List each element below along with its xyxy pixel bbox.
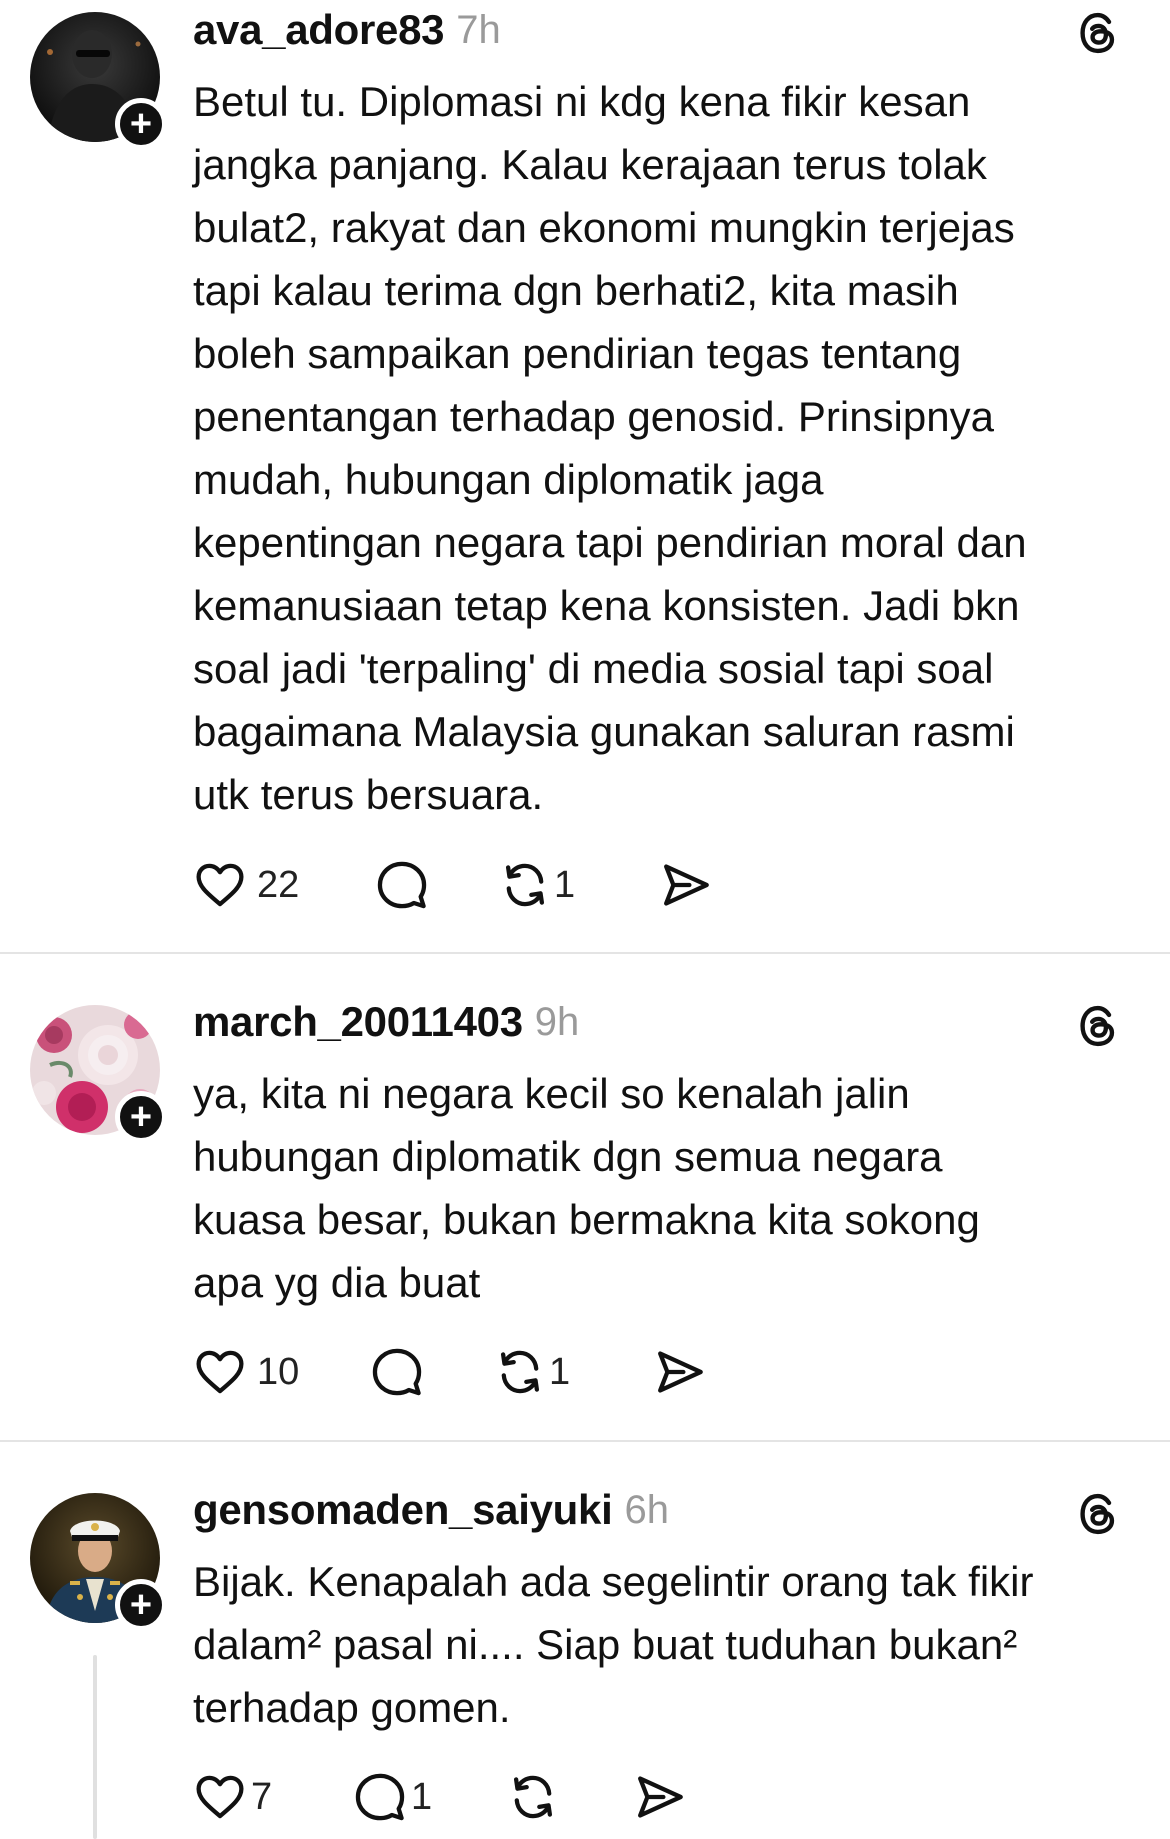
send-icon [659, 858, 713, 912]
divider [0, 952, 1170, 954]
like-count: 7 [251, 1775, 273, 1818]
like-count: 10 [257, 1350, 300, 1393]
timestamp: 7h [456, 7, 501, 52]
timestamp: 9h [534, 999, 580, 1044]
heart-icon [193, 1345, 247, 1399]
like-count: 22 [257, 863, 300, 906]
heart-icon [193, 1770, 247, 1824]
repost-icon [506, 1770, 560, 1824]
comment-icon [370, 1345, 424, 1399]
repost-button[interactable]: 1 [493, 1342, 570, 1402]
repost-button[interactable]: 1 [498, 855, 575, 915]
threads-logo-icon[interactable] [1073, 8, 1123, 58]
post-header: ava_adore83 7h [193, 0, 1170, 60]
post-text: Betul tu. Diplomasi ni kdg kena fikir ke… [193, 78, 1027, 818]
reply-button[interactable] [375, 855, 439, 915]
share-button[interactable] [653, 1342, 707, 1402]
like-button[interactable]: 10 [193, 1342, 299, 1402]
heart-icon [193, 858, 247, 912]
repost-count: 1 [554, 863, 576, 906]
like-button[interactable]: 7 [193, 1767, 272, 1827]
share-button[interactable] [659, 855, 713, 915]
send-icon [653, 1345, 707, 1399]
repost-count: 1 [549, 1350, 571, 1393]
timestamp: 6h [624, 1487, 669, 1532]
username[interactable]: gensomaden_saiyuki [193, 1486, 613, 1534]
reply-count: 1 [411, 1775, 433, 1818]
follow-plus-button[interactable]: + [115, 1091, 167, 1143]
like-button[interactable]: 22 [193, 855, 299, 915]
username[interactable]: ava_adore83 [193, 6, 445, 54]
reply-button[interactable]: 1 [353, 1767, 432, 1827]
follow-plus-button[interactable]: + [115, 1579, 167, 1631]
repost-icon [498, 858, 552, 912]
post-header: march_20011403 9h [193, 992, 1170, 1052]
reply-button[interactable] [370, 1342, 434, 1402]
comment-icon [375, 858, 429, 912]
thread-line [93, 1655, 97, 1839]
comment-icon [353, 1770, 407, 1824]
follow-plus-button[interactable]: + [115, 98, 167, 150]
repost-button[interactable] [506, 1767, 570, 1827]
post-header: gensomaden_saiyuki 6h [193, 1480, 1170, 1540]
send-icon [633, 1770, 687, 1824]
repost-icon [493, 1345, 547, 1399]
divider [0, 1440, 1170, 1442]
post-text: ya, kita ni negara kecil so kenalah jali… [193, 1070, 980, 1306]
threads-logo-icon[interactable] [1073, 1489, 1123, 1539]
threads-logo-icon[interactable] [1073, 1001, 1123, 1051]
username[interactable]: march_20011403 [193, 998, 523, 1046]
post-text: Bijak. Kenapalah ada segelintir orang ta… [193, 1558, 1034, 1731]
share-button[interactable] [633, 1767, 687, 1827]
